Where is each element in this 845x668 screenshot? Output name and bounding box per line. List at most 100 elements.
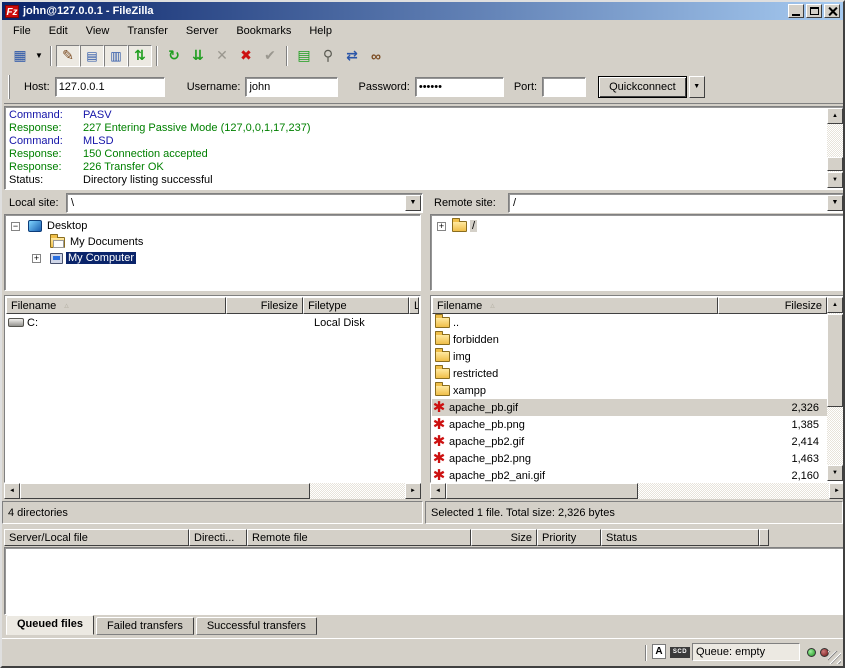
abort-button[interactable]: ✔ [258, 45, 282, 67]
local-col-filesize[interactable]: Filesize [226, 297, 303, 314]
table-row[interactable]: .. [432, 314, 827, 331]
table-row[interactable]: ✱apache_pb2_ani.gif2,160 [432, 467, 827, 484]
site-manager-button[interactable]: ▦ [8, 45, 32, 67]
host-input[interactable] [55, 77, 165, 97]
tree-item-desktop[interactable]: − Desktop [5, 218, 420, 234]
table-row[interactable]: C: Local Disk [6, 314, 419, 331]
image-file-icon: ✱ [432, 469, 446, 483]
chevron-down-icon[interactable]: ▼ [405, 195, 421, 211]
scroll-up-icon[interactable]: ▲ [827, 108, 843, 124]
table-row[interactable]: restricted [432, 365, 827, 382]
scroll-right-icon[interactable]: ► [405, 483, 421, 499]
scroll-right-icon[interactable]: ► [829, 483, 845, 499]
filter-button[interactable]: ▤ [292, 45, 316, 67]
port-input[interactable] [542, 77, 586, 97]
toolbar-separator [50, 46, 52, 66]
tree-item-my-documents[interactable]: My Documents [5, 234, 420, 250]
scroll-down-icon[interactable]: ▼ [827, 465, 843, 481]
tab-successful-transfers[interactable]: Successful transfers [196, 617, 317, 635]
log-scroll-thumb[interactable] [827, 157, 843, 171]
file-name: forbidden [453, 334, 499, 346]
queue-col-remote-file[interactable]: Remote file [247, 529, 471, 546]
quickconnect-button[interactable]: Quickconnect [598, 76, 687, 98]
remote-site-combo[interactable]: / ▼ [508, 193, 845, 213]
queue-col-priority[interactable]: Priority [537, 529, 601, 546]
password-label: Password: [358, 81, 409, 93]
remote-col-filesize[interactable]: Filesize [718, 297, 827, 314]
message-log-lines: Command:PASV Response:227 Entering Passi… [7, 109, 826, 187]
local-site-combo[interactable]: \ ▼ [66, 193, 423, 213]
queue-col-size[interactable]: Size [471, 529, 537, 546]
menu-bookmarks[interactable]: Bookmarks [227, 23, 300, 39]
chevron-down-icon[interactable]: ▼ [827, 195, 843, 211]
toggle-local-tree-button[interactable]: ▤ [80, 45, 104, 67]
toggle-remote-tree-button[interactable]: ▥ [104, 45, 128, 67]
queue-list[interactable] [4, 547, 845, 615]
menu-server[interactable]: Server [177, 23, 227, 39]
password-input[interactable] [415, 77, 504, 97]
close-button[interactable] [824, 4, 840, 18]
log-label: Status: [7, 174, 83, 187]
toggle-transfer-queue-button[interactable]: ⇅ [128, 45, 152, 67]
site-manager-dropdown[interactable]: ▼ [32, 45, 46, 67]
local-col-filetype[interactable]: Filetype [303, 297, 409, 314]
table-row[interactable]: ✱apache_pb2.png1,463 [432, 450, 827, 467]
table-row[interactable]: ✱apache_pb2.gif2,414 [432, 433, 827, 450]
table-row-selected[interactable]: ✱apache_pb.gif2,326 [432, 399, 827, 416]
process-queue-button[interactable]: ⇊ [186, 45, 210, 67]
menu-edit[interactable]: Edit [40, 23, 77, 39]
sort-asc-icon: ▵ [490, 300, 495, 311]
local-col-modified[interactable]: L [409, 297, 419, 314]
queue-col-status[interactable]: Status [601, 529, 759, 546]
table-row[interactable]: xampp [432, 382, 827, 399]
queue-col-direction[interactable]: Directi... [189, 529, 247, 546]
minimize-button[interactable] [788, 4, 804, 18]
expand-icon[interactable]: + [437, 222, 446, 231]
remote-site-value: / [513, 197, 516, 209]
table-row[interactable]: img [432, 348, 827, 365]
tab-failed-transfers[interactable]: Failed transfers [96, 617, 194, 635]
speed-limit-icon[interactable]: SCD [670, 647, 690, 658]
menu-view[interactable]: View [77, 23, 119, 39]
scroll-up-icon[interactable]: ▲ [827, 297, 843, 313]
toggle-message-log-button[interactable]: ✎ [56, 45, 80, 67]
tab-queued-files[interactable]: Queued files [6, 615, 94, 635]
username-input[interactable] [245, 77, 338, 97]
menu-transfer[interactable]: Transfer [118, 23, 177, 39]
table-row[interactable]: forbidden [432, 331, 827, 348]
cancel-operation-button[interactable]: ✕ [210, 45, 234, 67]
scroll-left-icon[interactable]: ◄ [430, 483, 446, 499]
find-button[interactable]: ∞ [364, 45, 388, 67]
local-hscrollbar[interactable]: ◄ ► [4, 483, 421, 499]
collapse-icon[interactable]: − [11, 222, 20, 231]
scroll-left-icon[interactable]: ◄ [4, 483, 20, 499]
tree-item-root[interactable]: + / [431, 218, 844, 234]
menu-file[interactable]: File [4, 23, 40, 39]
quickconnect-dropdown[interactable]: ▼ [689, 76, 705, 98]
log-scrollbar[interactable]: ▲ ▼ [827, 108, 843, 188]
scroll-down-icon[interactable]: ▼ [827, 172, 843, 188]
remote-col-filename[interactable]: Filename▵ [432, 297, 718, 314]
table-row[interactable]: ✱apache_pb.png1,385 [432, 416, 827, 433]
remote-scroll-thumb[interactable] [827, 314, 843, 407]
transfer-type-icon[interactable]: A [652, 644, 666, 659]
remote-hscrollbar[interactable]: ◄ ► [430, 483, 845, 499]
refresh-button[interactable]: ↻ [162, 45, 186, 67]
local-hscroll-thumb[interactable] [20, 483, 310, 499]
queue-col-local-file[interactable]: Server/Local file [4, 529, 189, 546]
remote-hscroll-thumb[interactable] [446, 483, 638, 499]
expand-icon[interactable]: + [32, 254, 41, 263]
menu-help[interactable]: Help [300, 23, 341, 39]
local-rows: C: Local Disk [6, 314, 419, 481]
synchronized-browsing-button[interactable]: ⇄ [340, 45, 364, 67]
maximize-icon [810, 7, 819, 15]
disconnect-button[interactable]: ✖ [234, 45, 258, 67]
remote-list-scrollbar[interactable]: ▲ ▼ [827, 297, 843, 481]
resize-grip[interactable] [828, 651, 841, 664]
compare-button[interactable]: ⚲ [316, 45, 340, 67]
local-col-filename[interactable]: Filename▵ [6, 297, 226, 314]
maximize-button[interactable] [806, 4, 822, 18]
message-log: Command:PASV Response:227 Entering Passi… [4, 106, 845, 190]
tree-item-my-computer[interactable]: + My Computer [5, 250, 420, 266]
column-label: Directi... [194, 532, 234, 544]
